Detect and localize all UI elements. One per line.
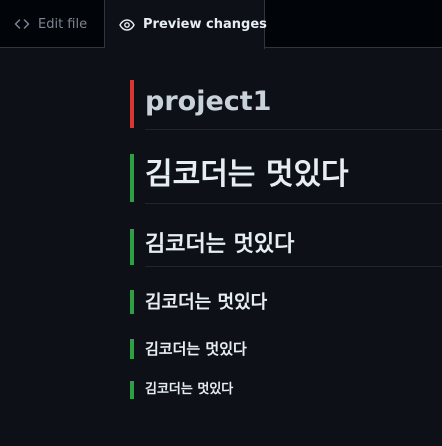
heading-text: 김코더는 멋있다 [145, 292, 268, 313]
heading-text: 김코더는 멋있다 [145, 157, 349, 192]
heading-text: project1 [145, 86, 272, 117]
preview-heading-h5: 김코더는 멋있다 [130, 381, 442, 401]
heading-text: 김코더는 멋있다 [145, 232, 295, 257]
added-marker [130, 229, 134, 265]
preview-heading-project1: project1 [130, 78, 442, 130]
added-marker [130, 290, 134, 314]
added-marker [130, 339, 134, 359]
heading-text: 김코더는 멋있다 [145, 340, 247, 358]
tab-preview-changes[interactable]: Preview changes [105, 0, 267, 49]
eye-icon [119, 17, 135, 33]
tab-edit-file[interactable]: Edit file [0, 0, 105, 48]
removed-marker [130, 80, 134, 128]
tab-preview-changes-label: Preview changes [143, 17, 267, 32]
tab-edit-file-label: Edit file [38, 16, 88, 32]
preview-heading-h1: 김코더는 멋있다 [130, 152, 442, 204]
heading-divider [145, 203, 442, 204]
preview-heading-h4: 김코더는 멋있다 [130, 339, 442, 361]
preview-heading-h3: 김코더는 멋있다 [130, 290, 442, 316]
heading-divider [145, 266, 442, 267]
code-icon [14, 16, 30, 32]
tab-bar: Edit file Preview changes [0, 0, 442, 49]
heading-text: 김코더는 멋있다 [145, 382, 234, 397]
added-marker [130, 154, 134, 202]
preview-heading-h2: 김코더는 멋있다 [130, 227, 442, 267]
added-marker [130, 381, 134, 399]
heading-divider [145, 129, 442, 130]
